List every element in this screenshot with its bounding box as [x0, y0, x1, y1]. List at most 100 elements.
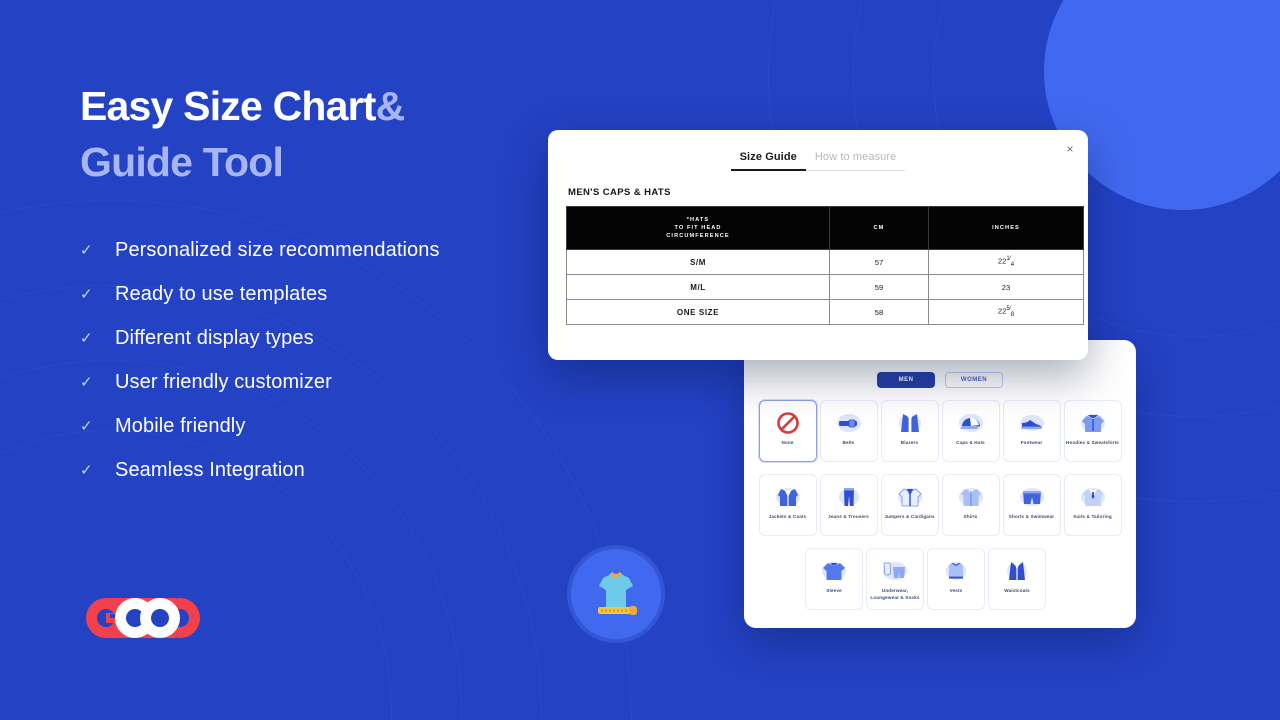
category-label: Vests — [949, 588, 963, 593]
feature-label: Ready to use templates — [115, 282, 328, 305]
category-picker-panel: MEN WOMEN None Belts Blazers Caps & Hats… — [744, 340, 1136, 628]
category-label: Blazers — [900, 440, 919, 445]
page-title-ampersand: & — [375, 83, 406, 129]
category-label: Waistcoats — [1004, 588, 1030, 593]
feature-item: ✓ Ready to use templates — [80, 272, 580, 316]
category-label: Shorts & Swimwear — [1008, 514, 1055, 519]
category-label: Belts — [842, 440, 855, 445]
category-card-belts[interactable]: Belts — [819, 400, 878, 462]
jumper-icon — [895, 484, 925, 510]
cell-inches: 23 — [928, 274, 1084, 300]
size-table-title: MEN'S CAPS & HATS — [568, 187, 671, 198]
table-row: S/M 57 221⁄4 — [566, 249, 1084, 275]
category-label: None — [781, 440, 794, 445]
waistcoat-icon — [1002, 558, 1032, 584]
prohibition-icon — [773, 410, 803, 436]
gender-tab-women[interactable]: WOMEN — [945, 372, 1003, 388]
category-card-underwear-loungewear-socks[interactable]: Underwear, Loungewear & Socks — [866, 548, 924, 610]
category-grid-row-3: Sleeve Underwear, Loungewear & Socks Ves… — [805, 548, 1136, 610]
category-label: Hoodies & Sweatshirts — [1066, 440, 1119, 445]
modal-tabs: Size Guide How to measure — [548, 130, 1088, 171]
cell-size: S/M — [566, 249, 830, 275]
category-label: Footwear — [1020, 440, 1043, 445]
category-card-shirts[interactable]: Shirts — [941, 474, 1000, 536]
cell-inches: 221⁄4 — [928, 249, 1084, 275]
promo-banner-background: Easy Size Chart& Guide Tool ✓ Personaliz… — [0, 0, 1280, 720]
page-title: Easy Size Chart& — [80, 78, 580, 134]
shorts-icon — [1017, 484, 1047, 510]
check-icon: ✓ — [80, 417, 93, 435]
check-icon: ✓ — [80, 373, 93, 391]
cell-cm: 58 — [829, 299, 929, 325]
category-label: Shirts — [963, 514, 978, 519]
jacket-icon — [773, 484, 803, 510]
header-line: TO FIT HEAD — [674, 225, 722, 231]
feature-item: ✓ Mobile friendly — [80, 404, 580, 448]
category-card-none[interactable]: None — [758, 400, 817, 462]
category-card-jackets-coats[interactable]: Jackets & Coats — [758, 474, 817, 536]
category-card-suits-tailoring[interactable]: Suits & Tailoring — [1063, 474, 1122, 536]
category-card-shorts-swimwear[interactable]: Shorts & Swimwear — [1002, 474, 1061, 536]
feature-item: ✓ User friendly customizer — [80, 360, 580, 404]
category-label: Caps & Hats — [956, 440, 985, 445]
vest-icon — [941, 558, 971, 584]
category-card-hoodies-sweatshirts[interactable]: Hoodies & Sweatshirts — [1063, 400, 1122, 462]
category-card-sleeve[interactable]: Sleeve — [805, 548, 863, 610]
category-card-waistcoats[interactable]: Waistcoats — [988, 548, 1046, 610]
header-line: *HATS — [686, 217, 710, 223]
table-header-cm: CM — [829, 206, 929, 250]
category-label: Jeans & Trousers — [828, 514, 869, 519]
cell-inches: 225⁄8 — [928, 299, 1084, 325]
close-icon[interactable]: × — [1063, 142, 1077, 156]
size-table: *HATS TO FIT HEAD CIRCUMFERENCE CM INCHE… — [566, 206, 1084, 325]
category-card-jeans-trousers[interactable]: Jeans & Trousers — [819, 474, 878, 536]
cell-size: ONE SIZE — [566, 299, 830, 325]
category-card-jumpers-cardigans[interactable]: Jumpers & Cardigans — [880, 474, 939, 536]
cap-icon — [956, 410, 986, 436]
feature-list: ✓ Personalized size recommendations ✓ Re… — [80, 228, 580, 492]
underwear-icon — [880, 558, 910, 584]
shoe-icon — [1017, 410, 1047, 436]
feature-item: ✓ Seamless Integration — [80, 448, 580, 492]
feature-label: Personalized size recommendations — [115, 238, 440, 261]
feature-label: Different display types — [115, 326, 314, 349]
check-icon: ✓ — [80, 241, 93, 259]
trousers-icon — [834, 484, 864, 510]
category-card-caps-hats[interactable]: Caps & Hats — [941, 400, 1000, 462]
gender-tab-men[interactable]: MEN — [877, 372, 935, 388]
feature-label: Mobile friendly — [115, 414, 246, 437]
cell-cm: 57 — [829, 249, 929, 275]
cell-cm: 59 — [829, 274, 929, 300]
cell-size: M/L — [566, 274, 830, 300]
tab-size-guide[interactable]: Size Guide — [730, 151, 806, 171]
category-label: Jumpers & Cardigans — [884, 514, 935, 519]
check-icon: ✓ — [80, 329, 93, 347]
hero-copy: Easy Size Chart& Guide Tool ✓ Personaliz… — [80, 78, 580, 492]
hoodie-icon — [1078, 410, 1108, 436]
app-icon-badge — [571, 549, 661, 639]
table-header-hats: *HATS TO FIT HEAD CIRCUMFERENCE — [566, 206, 830, 250]
table-row: M/L 59 23 — [566, 274, 1084, 300]
feature-label: Seamless Integration — [115, 458, 305, 481]
feature-item: ✓ Personalized size recommendations — [80, 228, 580, 272]
category-grid-row-1: None Belts Blazers Caps & Hats Footwear … — [744, 400, 1136, 462]
tshirt-icon — [819, 558, 849, 584]
category-card-blazers[interactable]: Blazers — [880, 400, 939, 462]
belt-icon — [834, 410, 864, 436]
size-guide-modal: × Size Guide How to measure MEN'S CAPS &… — [548, 130, 1088, 360]
category-label: Underwear, Loungewear & Socks — [870, 588, 920, 600]
page-subtitle: Guide Tool — [80, 139, 284, 185]
shirt-icon — [956, 484, 986, 510]
category-grid-row-2: Jackets & Coats Jeans & Trousers Jumpers… — [744, 474, 1136, 536]
tab-how-to-measure[interactable]: How to measure — [805, 151, 906, 171]
suit-icon — [1078, 484, 1108, 510]
blazer-icon — [895, 410, 925, 436]
page-title-line1: Easy Size Chart — [80, 83, 376, 129]
check-icon: ✓ — [80, 285, 93, 303]
category-card-vests[interactable]: Vests — [927, 548, 985, 610]
category-card-footwear[interactable]: Footwear — [1002, 400, 1061, 462]
check-icon: ✓ — [80, 461, 93, 479]
brand-logo — [80, 597, 206, 639]
table-header-inches: INCHES — [928, 206, 1084, 250]
table-header-row: *HATS TO FIT HEAD CIRCUMFERENCE CM INCHE… — [566, 206, 1084, 250]
